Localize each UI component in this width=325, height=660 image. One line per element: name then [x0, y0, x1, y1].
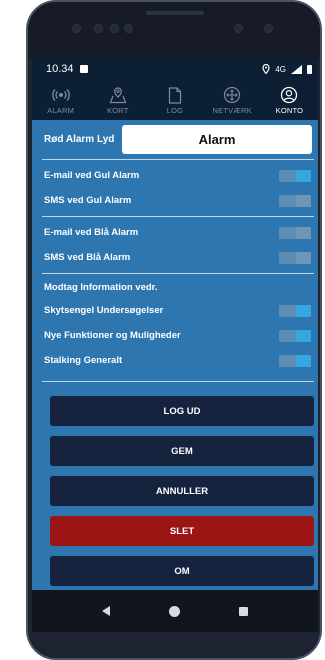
earpiece-speaker — [146, 11, 204, 15]
setting-label: SMS ved Blå Alarm — [44, 252, 131, 263]
info-heading: Modtag Information vedr. — [44, 281, 158, 293]
map-pin-icon — [109, 86, 127, 103]
sms-yellow-toggle[interactable] — [279, 194, 311, 207]
skytsengel-toggle[interactable] — [279, 304, 311, 317]
network-icon — [224, 86, 241, 104]
tab-konto[interactable]: KONTO — [261, 80, 318, 120]
tab-label: LOG — [166, 106, 184, 115]
network-type: 4G — [275, 64, 286, 74]
tab-alarm[interactable]: ALARM — [32, 80, 89, 120]
tab-log[interactable]: LOG — [146, 80, 203, 120]
front-camera — [94, 24, 103, 33]
cancel-button[interactable]: ANNULLER — [50, 476, 314, 506]
system-nav-bar — [32, 590, 318, 632]
email-yellow-toggle[interactable] — [279, 169, 311, 182]
home-icon[interactable] — [168, 605, 180, 617]
setting-sms-blue: SMS ved Blå Alarm — [32, 245, 318, 270]
tab-netvaerk[interactable]: NETVÆRK — [204, 80, 261, 120]
tab-label: KORT — [107, 106, 129, 115]
sensor-dot — [110, 24, 119, 33]
about-button[interactable]: OM — [50, 556, 314, 586]
tab-label: NETVÆRK — [212, 106, 252, 115]
alarm-sound-select[interactable]: Alarm — [122, 125, 312, 154]
sensor-dot — [124, 24, 133, 33]
settings-panel: Rød Alarm Lyd Alarm E-mail ved Gul Alarm… — [32, 120, 318, 590]
sensor-dot — [234, 24, 243, 33]
location-icon — [262, 64, 270, 74]
delete-button[interactable]: SLET — [50, 516, 314, 546]
status-bar: 10.34 4G — [32, 58, 318, 80]
signal-icon — [291, 64, 302, 74]
divider — [42, 381, 314, 382]
setting-label: E-mail ved Blå Alarm — [44, 227, 139, 238]
phone-frame: 10.34 4G ALARM KORT LOG NETVÆRK KONTO Rø… — [26, 0, 322, 660]
setting-label: SMS ved Gul Alarm — [44, 195, 132, 206]
status-time: 10.34 — [46, 63, 74, 75]
phone-top-bezel — [28, 2, 320, 58]
setting-label: Stalking Generalt — [44, 355, 123, 366]
account-icon — [281, 86, 298, 104]
logout-button[interactable]: LOG UD — [50, 396, 314, 426]
setting-label: Skytsengel Undersøgelser — [44, 305, 164, 316]
notification-icon — [79, 65, 88, 73]
app-screen: 10.34 4G ALARM KORT LOG NETVÆRK KONTO Rø… — [32, 58, 318, 650]
setting-new-features: Nye Funktioner og Muligheder — [32, 323, 318, 348]
setting-label: E-mail ved Gul Alarm — [44, 170, 140, 181]
divider — [42, 216, 314, 217]
tab-label: ALARM — [47, 106, 75, 115]
back-icon[interactable] — [101, 606, 110, 616]
sensor-dot — [264, 24, 273, 33]
alarm-sound-row: Rød Alarm Lyd Alarm — [32, 120, 318, 159]
stalking-toggle[interactable] — [279, 354, 311, 367]
setting-email-blue: E-mail ved Blå Alarm — [32, 220, 318, 245]
recent-apps-icon[interactable] — [239, 606, 249, 616]
email-blue-toggle[interactable] — [279, 226, 311, 239]
sms-blue-toggle[interactable] — [279, 251, 311, 264]
sensor-dot — [72, 24, 81, 33]
tab-bar: ALARM KORT LOG NETVÆRK KONTO — [32, 80, 318, 120]
setting-label: Nye Funktioner og Muligheder — [44, 330, 181, 341]
setting-stalking: Stalking Generalt — [32, 348, 318, 373]
new-features-toggle[interactable] — [279, 329, 311, 342]
phone-bottom-bezel — [32, 632, 318, 650]
setting-email-yellow: E-mail ved Gul Alarm — [32, 163, 318, 188]
divider — [42, 159, 314, 160]
save-button[interactable]: GEM — [50, 436, 314, 466]
alarm-sound-label: Rød Alarm Lyd — [44, 134, 115, 145]
setting-sms-yellow: SMS ved Gul Alarm — [32, 188, 318, 213]
tab-label: KONTO — [275, 106, 304, 115]
battery-icon — [307, 64, 312, 74]
tab-kort[interactable]: KORT — [89, 80, 146, 120]
divider — [42, 273, 314, 274]
setting-skytsengel: Skytsengel Undersøgelser — [32, 298, 318, 323]
alarm-signal-icon — [51, 89, 70, 101]
document-icon — [168, 86, 182, 104]
